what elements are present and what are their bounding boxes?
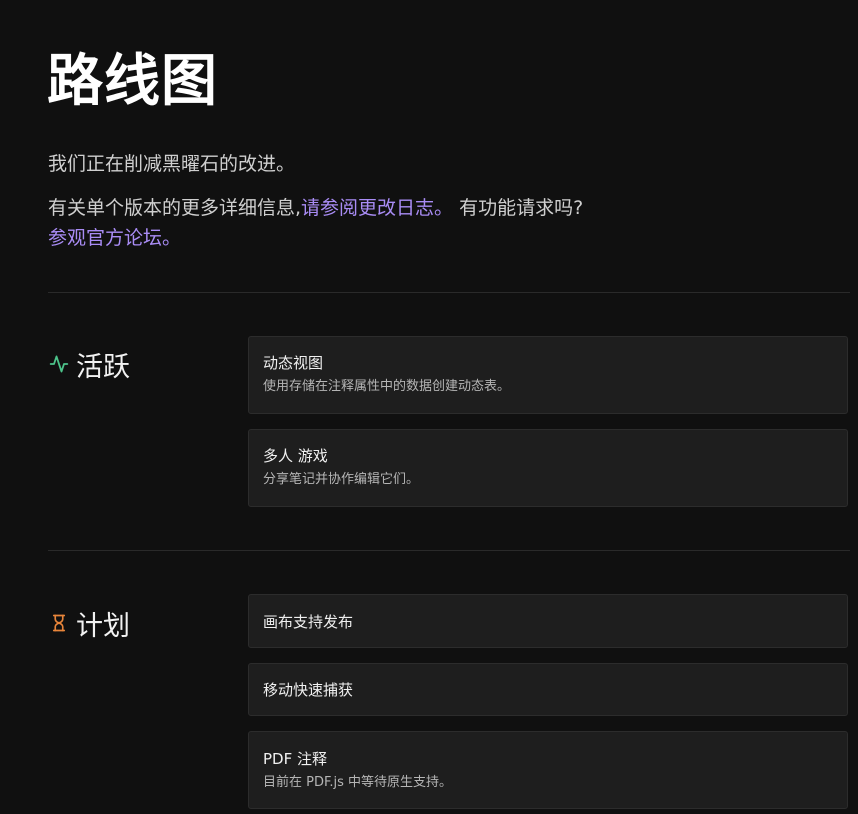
forum-link[interactable]: 参观官方论坛。 [48, 227, 181, 249]
card-title: 动态视图 [263, 354, 324, 372]
details-paragraph: 有关单个版本的更多详细信息,请参阅更改日志。 有功能请求吗? 参观官方论坛。 [48, 193, 838, 253]
activity-icon [48, 353, 70, 375]
section-active-label: 活跃 [76, 351, 130, 383]
section-planned-header: 计划 [48, 605, 130, 642]
intro-text: 我们正在削减黑曜石的改进。 [48, 153, 296, 175]
card-title: 画布支持发布 [263, 613, 354, 631]
roadmap-card[interactable]: 移动快速捕获 [248, 663, 848, 716]
details-text: 有关单个版本的更多详细信息, [48, 197, 302, 219]
card-title: 移动快速捕获 [263, 681, 354, 699]
roadmap-page: 路线图 我们正在削减黑曜石的改进。 有关单个版本的更多详细信息,请参阅更改日志。… [0, 0, 858, 814]
divider [48, 550, 850, 551]
roadmap-card[interactable]: 动态视图 使用存储在注释属性中的数据创建动态表。 [248, 336, 848, 414]
card-description: 目前在 PDF.js 中等待原生支持。 [263, 775, 453, 790]
card-description: 使用存储在注释属性中的数据创建动态表。 [263, 379, 511, 394]
section-planned-label: 计划 [76, 610, 130, 642]
card-title: 多人 游戏 [263, 447, 328, 465]
card-title: PDF 注释 [263, 750, 327, 768]
divider [48, 292, 850, 293]
feature-request-text: 有功能请求吗? [459, 197, 584, 219]
changelog-link[interactable]: 请参阅更改日志。 [301, 197, 453, 219]
roadmap-card[interactable]: 画布支持发布 [248, 594, 848, 648]
roadmap-card[interactable]: 多人 游戏 分享笔记并协作编辑它们。 [248, 429, 848, 507]
page-title: 路线图 [47, 49, 218, 114]
card-description: 分享笔记并协作编辑它们。 [263, 472, 420, 487]
section-active-header: 活跃 [48, 346, 130, 383]
roadmap-card[interactable]: PDF 注释 目前在 PDF.js 中等待原生支持。 [248, 731, 848, 809]
hourglass-icon [48, 612, 70, 634]
